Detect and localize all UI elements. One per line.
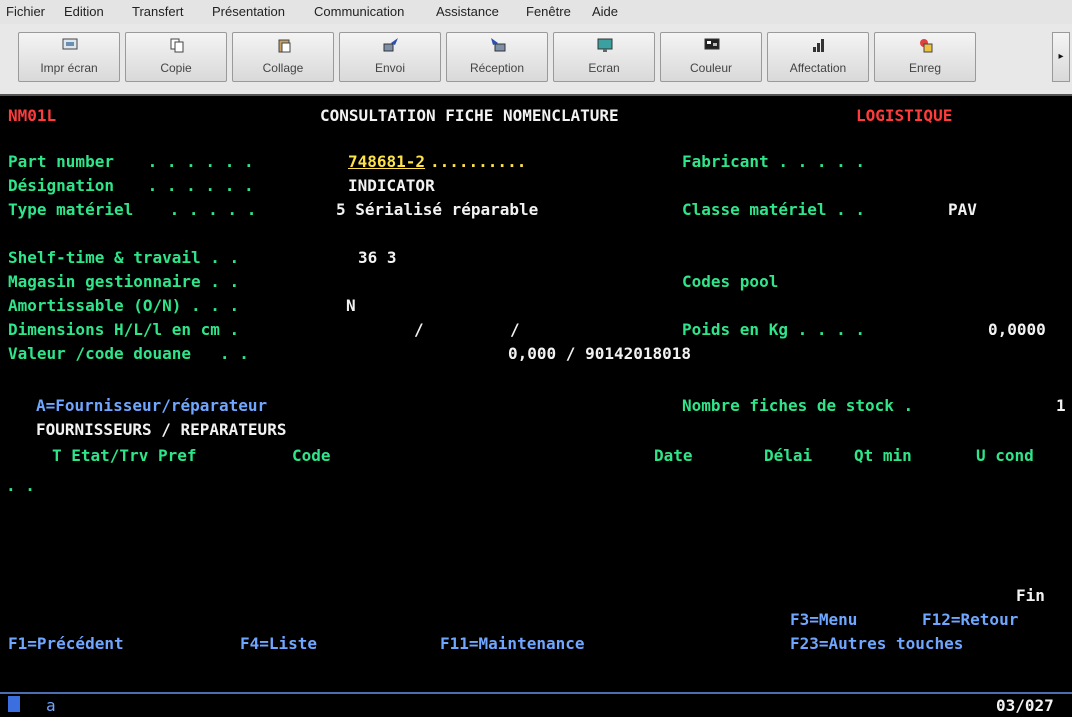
- copy-icon: [170, 38, 184, 53]
- menu-communication[interactable]: Communication: [314, 4, 404, 19]
- column-delai: Délai: [764, 446, 813, 465]
- nombre-fiches-stock-label: Nombre fiches de stock .: [682, 396, 914, 415]
- fin-indicator: Fin: [1016, 586, 1045, 605]
- menu-aide[interactable]: Aide: [592, 4, 618, 19]
- column-etat: T Etat/Trv Pref: [52, 446, 197, 465]
- paste-button[interactable]: Collage: [232, 32, 334, 82]
- f23-autres-touches-key[interactable]: F23=Autres touches: [790, 634, 963, 654]
- amortissable-value: N: [346, 296, 356, 315]
- screen-label: Ecran: [588, 61, 620, 75]
- status-bar: a 03/027: [0, 692, 1072, 717]
- receive-button[interactable]: Réception: [446, 32, 548, 82]
- f1-precedent-key[interactable]: F1=Précédent: [8, 634, 124, 654]
- designation-label: Désignation: [8, 176, 114, 195]
- color-icon: [704, 38, 720, 50]
- codes-pool-label: Codes pool: [682, 272, 779, 291]
- send-label: Envoi: [374, 61, 406, 75]
- record-button[interactable]: Enreg: [874, 32, 976, 82]
- f4-liste-key[interactable]: F4=Liste: [240, 634, 317, 654]
- option-fournisseur: A=Fournisseur/réparateur: [36, 396, 268, 415]
- session-cursor-icon: [8, 696, 20, 712]
- classe-materiel-value: PAV: [948, 200, 977, 219]
- menu-presentation[interactable]: Présentation: [212, 4, 285, 19]
- send-button[interactable]: Envoi: [339, 32, 441, 82]
- dimensions-label: Dimensions H/L/l en cm .: [8, 320, 240, 339]
- menu-edition[interactable]: Edition: [64, 4, 104, 19]
- toolbar: Impr écran Copie Collage Envoi Réception…: [0, 24, 1072, 92]
- dimensions-sep-1: /: [414, 320, 424, 339]
- menu-fenetre[interactable]: Fenêtre: [526, 4, 571, 19]
- shelf-time-label: Shelf-time & travail . .: [8, 248, 240, 267]
- program-id: NM01L: [8, 106, 57, 125]
- print-screen-label: Impr écran: [40, 61, 98, 75]
- column-date: Date: [654, 446, 693, 465]
- copy-label: Copie: [160, 61, 192, 75]
- part-number-label: Part number: [8, 152, 114, 171]
- menu-transfert[interactable]: Transfert: [132, 4, 184, 19]
- module-name: LOGISTIQUE: [856, 106, 953, 125]
- row-input-marker[interactable]: . .: [6, 476, 35, 496]
- designation-value: INDICATOR: [348, 176, 435, 195]
- color-button[interactable]: Couleur: [660, 32, 762, 82]
- paste-label: Collage: [262, 61, 304, 75]
- receive-icon: [491, 38, 506, 52]
- part-number-fill: ..........: [430, 152, 527, 171]
- column-code: Code: [292, 446, 331, 465]
- f3-menu-key[interactable]: F3=Menu: [790, 610, 857, 630]
- session-indicator: a: [46, 696, 56, 715]
- cursor-position: 03/027: [996, 696, 1054, 715]
- print-screen-button[interactable]: Impr écran: [18, 32, 120, 82]
- valeur-douane-value: 0,000 / 90142018018: [508, 344, 692, 363]
- type-materiel-value: 5 Sérialisé réparable: [336, 200, 539, 219]
- shelf-time-value: 36 3: [358, 248, 397, 267]
- amortissable-label: Amortissable (O/N) . . .: [8, 296, 240, 315]
- assign-icon: [813, 39, 824, 52]
- color-label: Couleur: [689, 61, 733, 75]
- type-materiel-label: Type matériel: [8, 200, 134, 219]
- classe-materiel-label: Classe matériel . .: [682, 200, 866, 219]
- f12-retour-key[interactable]: F12=Retour: [922, 610, 1018, 630]
- screen-icon: [597, 38, 613, 52]
- valeur-douane-label: Valeur /code douane . .: [8, 344, 249, 363]
- menu-bar: Fichier Edition Transfert Présentation C…: [0, 0, 1072, 25]
- part-number-value[interactable]: 748681-2: [348, 152, 425, 172]
- copy-button[interactable]: Copie: [125, 32, 227, 82]
- assign-label: Affectation: [789, 61, 847, 75]
- type-materiel-dots: . . . . .: [160, 200, 257, 219]
- record-label: Enreg: [908, 61, 942, 75]
- magasin-label: Magasin gestionnaire . .: [8, 272, 240, 291]
- menu-fichier[interactable]: Fichier: [6, 4, 45, 19]
- nombre-fiches-stock-value: 1: [1056, 396, 1066, 415]
- screen-button[interactable]: Ecran: [553, 32, 655, 82]
- assign-button[interactable]: Affectation: [767, 32, 869, 82]
- dimensions-sep-2: /: [510, 320, 520, 339]
- designation-dots: . . . . . .: [138, 176, 254, 195]
- part-number-dots: . . . . . .: [138, 152, 254, 171]
- column-u-cond: U cond: [976, 446, 1034, 465]
- paste-icon: [278, 39, 291, 53]
- terminal-screen[interactable]: NM01L CONSULTATION FICHE NOMENCLATURE LO…: [0, 94, 1072, 694]
- screen-title: CONSULTATION FICHE NOMENCLATURE: [320, 106, 619, 125]
- send-icon: [383, 38, 398, 52]
- toolbar-more-arrow[interactable]: ▸: [1052, 32, 1070, 82]
- poids-label: Poids en Kg . . . .: [682, 320, 866, 339]
- menu-assistance[interactable]: Assistance: [436, 4, 499, 19]
- column-qt-min: Qt min: [854, 446, 912, 465]
- record-icon: [920, 39, 933, 53]
- section-title: FOURNISSEURS / REPARATEURS: [36, 420, 287, 439]
- poids-value: 0,0000: [988, 320, 1046, 339]
- receive-label: Réception: [469, 61, 525, 75]
- f11-maintenance-key[interactable]: F11=Maintenance: [440, 634, 585, 654]
- printer-screen-icon: [62, 38, 78, 50]
- fabricant-label: Fabricant . . . . .: [682, 152, 866, 171]
